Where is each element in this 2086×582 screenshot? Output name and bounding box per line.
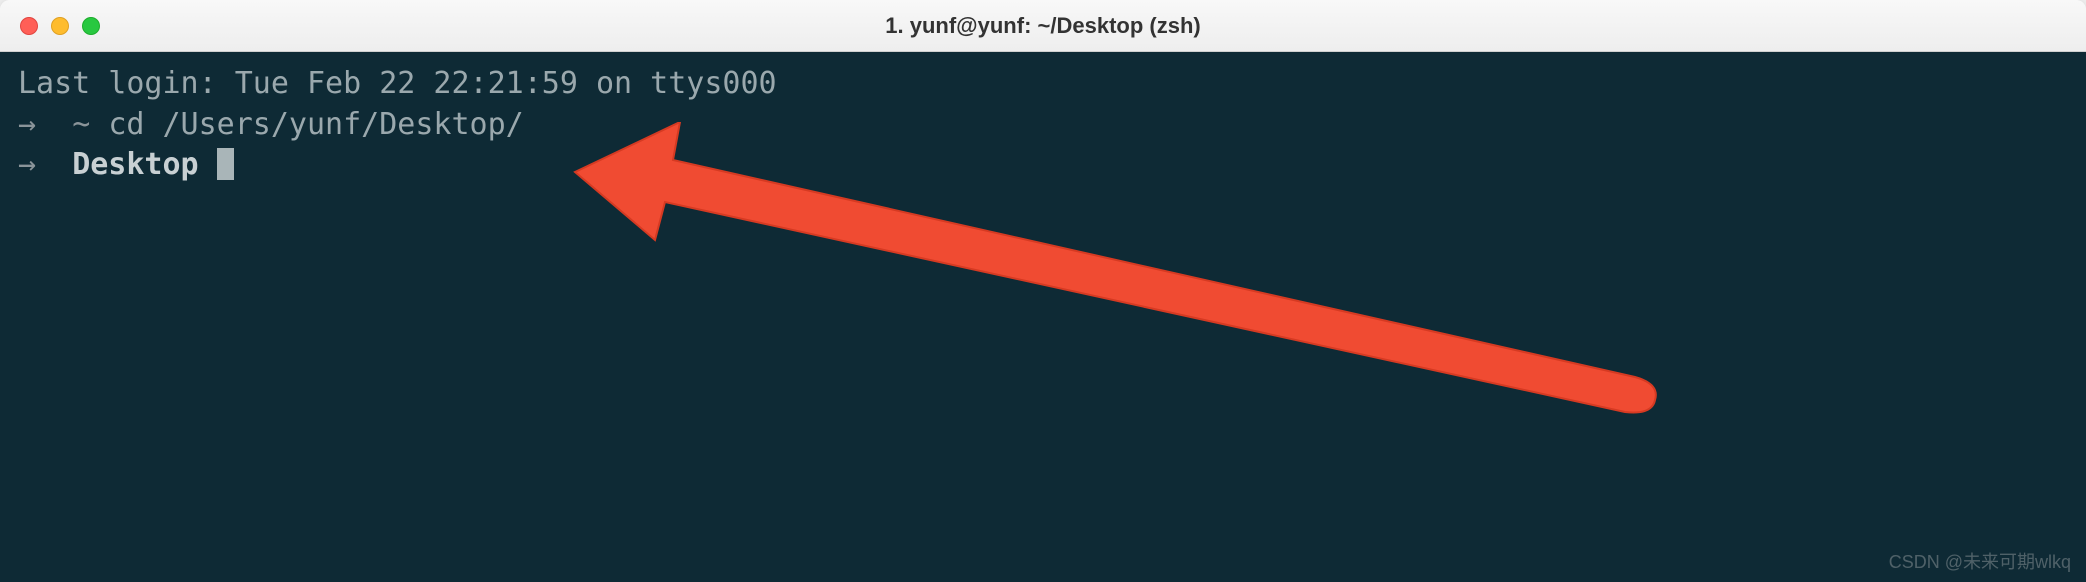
maximize-button[interactable] — [82, 17, 100, 35]
minimize-button[interactable] — [51, 17, 69, 35]
cursor-icon — [217, 148, 234, 180]
watermark: CSDN @未来可期wlkq — [1889, 548, 2071, 574]
prompt-arrow-icon: → — [18, 147, 36, 182]
close-button[interactable] — [20, 17, 38, 35]
last-login-line: Last login: Tue Feb 22 22:21:59 on ttys0… — [18, 64, 2068, 105]
command-text: cd /Users/yunf/Desktop/ — [108, 107, 523, 142]
prompt-arrow-icon: → — [18, 107, 36, 142]
traffic-lights — [20, 17, 100, 35]
cwd-tilde: ~ — [72, 107, 90, 142]
terminal-window: 1. yunf@yunf: ~/Desktop (zsh) Last login… — [0, 0, 2086, 582]
cwd-name: Desktop — [72, 147, 198, 182]
command-line-2: → Desktop — [18, 145, 2068, 186]
terminal-body[interactable]: Last login: Tue Feb 22 22:21:59 on ttys0… — [0, 52, 2086, 582]
window-title: 1. yunf@yunf: ~/Desktop (zsh) — [885, 13, 1200, 39]
command-line-1: → ~ cd /Users/yunf/Desktop/ — [18, 105, 2068, 146]
title-bar: 1. yunf@yunf: ~/Desktop (zsh) — [0, 0, 2086, 52]
